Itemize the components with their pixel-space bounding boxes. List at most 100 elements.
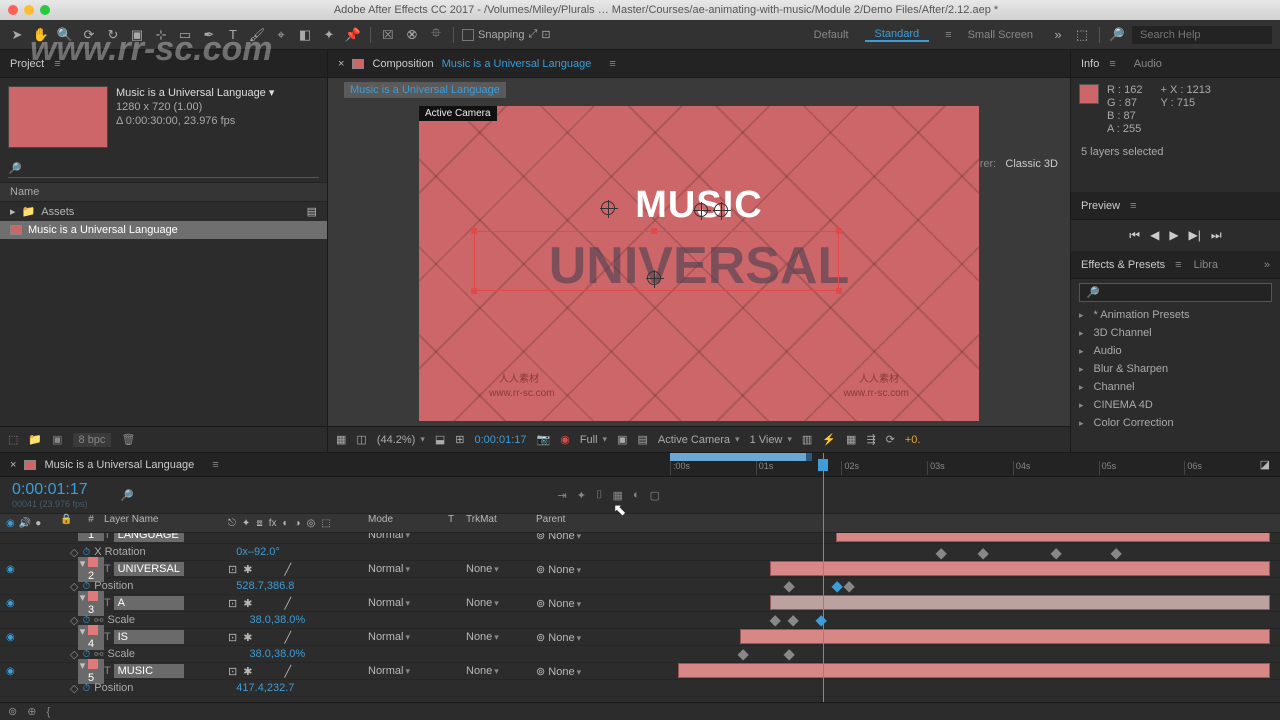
workspace-overflow-icon[interactable]: » bbox=[1049, 26, 1067, 44]
blend-mode-dropdown[interactable]: Normal bbox=[368, 563, 448, 575]
layer-name[interactable]: MUSIC bbox=[114, 664, 184, 678]
viewer-timecode[interactable]: 0:00:01:17 bbox=[475, 434, 527, 446]
trkmat-dropdown[interactable]: None bbox=[466, 597, 536, 609]
guides-icon[interactable]: ⊞ bbox=[455, 433, 464, 446]
toggle-switches-icon[interactable]: ⊚ bbox=[8, 705, 17, 718]
time-ruler[interactable]: :00s 01s 02s 03s 04s 05s 06s bbox=[670, 453, 1270, 475]
audio-column-icon[interactable]: 🔊 bbox=[19, 518, 31, 529]
comp-mini-flowchart-icon[interactable]: ⇥ bbox=[557, 489, 566, 502]
composition-name[interactable]: Music is a Universal Language bbox=[442, 58, 592, 70]
resolution-dropdown[interactable]: Full bbox=[580, 434, 607, 446]
parent-pickwhip-icon[interactable]: ⊚ bbox=[536, 632, 545, 644]
layer-row[interactable]: ◉ ▾ 3 T A ⊡✱╱ Normal None ⊚ None bbox=[0, 595, 1280, 612]
property-row[interactable]: ◇ ⏱ Position 417.4,232.7 bbox=[0, 680, 1280, 697]
layer-name[interactable]: LANGUAGE bbox=[114, 533, 184, 542]
view-layout-dropdown[interactable]: 1 View bbox=[750, 434, 792, 446]
parent-dropdown[interactable]: None bbox=[548, 666, 581, 678]
workspace-small-screen[interactable]: Small Screen bbox=[958, 29, 1043, 41]
close-window-button[interactable] bbox=[8, 5, 18, 15]
motion-blur-icon[interactable]: ◐ bbox=[633, 489, 640, 502]
property-row[interactable]: ◇ ⏱ ⚯ Scale 38.0,38.0% bbox=[0, 646, 1280, 663]
blend-mode-dropdown[interactable]: Normal bbox=[368, 631, 448, 643]
pixel-aspect-icon[interactable]: ▥ bbox=[802, 433, 812, 446]
panel-menu-icon[interactable]: ≡ bbox=[1175, 259, 1181, 271]
frame-blend-icon[interactable]: ▦ bbox=[613, 489, 623, 502]
minimize-window-button[interactable] bbox=[24, 5, 34, 15]
panel-menu-icon[interactable]: ≡ bbox=[54, 58, 60, 70]
parent-pickwhip-icon[interactable]: ⊚ bbox=[536, 564, 545, 576]
info-tab[interactable]: Info bbox=[1081, 58, 1099, 70]
flowchart-icon[interactable]: ⇶ bbox=[866, 433, 875, 446]
property-value[interactable]: 417.4,232.7 bbox=[236, 682, 294, 694]
layer-row[interactable]: ◉ ▾ 2 T UNIVERSAL ⊡✱╱ Normal None ⊚ None bbox=[0, 561, 1280, 578]
workspace-menu-icon[interactable]: ≡ bbox=[945, 29, 951, 41]
effects-category[interactable]: Color Correction bbox=[1071, 414, 1280, 432]
selection-handle[interactable] bbox=[836, 288, 842, 294]
shy-icon[interactable]: ⌷ bbox=[596, 489, 603, 502]
brush-tool[interactable]: 🖌 bbox=[248, 26, 266, 44]
play-button[interactable]: ▶ bbox=[1169, 228, 1178, 243]
anchor-point-icon[interactable] bbox=[601, 201, 615, 215]
parent-dropdown[interactable]: None bbox=[548, 564, 581, 576]
anchor-point-icon[interactable] bbox=[647, 271, 661, 285]
first-frame-button[interactable]: ⏮ bbox=[1129, 228, 1140, 243]
property-value[interactable]: 528.7,386.8 bbox=[236, 580, 294, 592]
effects-category[interactable]: CINEMA 4D bbox=[1071, 396, 1280, 414]
toggle-transparency-icon[interactable]: ◫ bbox=[356, 433, 366, 446]
3d-view-dropdown[interactable]: Active Camera bbox=[658, 434, 740, 446]
anchor-point-icon[interactable] bbox=[694, 203, 708, 217]
blend-mode-dropdown[interactable]: Normal bbox=[368, 665, 448, 677]
layer-name[interactable]: UNIVERSAL bbox=[114, 562, 184, 576]
shape-tool[interactable]: ▭ bbox=[176, 26, 194, 44]
property-value[interactable]: 0x–92.0° bbox=[236, 546, 280, 558]
parent-pickwhip-icon[interactable]: ⊚ bbox=[536, 666, 545, 678]
parent-pickwhip-icon[interactable]: ⊚ bbox=[536, 533, 545, 542]
solo-column-icon[interactable]: ● bbox=[35, 518, 41, 529]
exposure-value[interactable]: +0. bbox=[905, 434, 921, 446]
label-color[interactable] bbox=[88, 625, 98, 635]
snapshot-icon[interactable]: 📷 bbox=[537, 433, 551, 446]
property-row[interactable]: ◇ ⏱ X Rotation 0x–92.0° bbox=[0, 544, 1280, 561]
draft-3d-icon[interactable]: ✦ bbox=[577, 489, 586, 502]
orbit-tool[interactable]: ⟳ bbox=[80, 26, 98, 44]
selection-handle[interactable] bbox=[836, 228, 842, 234]
parent-dropdown[interactable]: None bbox=[548, 632, 581, 644]
trkmat-dropdown[interactable]: None bbox=[466, 563, 536, 575]
video-column-icon[interactable]: ◉ bbox=[6, 518, 15, 529]
pen-tool[interactable]: ✒ bbox=[200, 26, 218, 44]
graph-editor-icon[interactable]: ▢ bbox=[650, 489, 660, 502]
snap-extra-icon[interactable]: ⤢ bbox=[529, 28, 538, 41]
new-folder-icon[interactable]: 📁 bbox=[28, 433, 42, 446]
blend-mode-dropdown[interactable]: Normal bbox=[368, 533, 448, 541]
roto-tool[interactable]: ✦ bbox=[320, 26, 338, 44]
layer-name[interactable]: A bbox=[114, 596, 184, 610]
audio-tab[interactable]: Audio bbox=[1134, 58, 1162, 70]
panel-menu-icon[interactable]: ≡ bbox=[1130, 200, 1136, 212]
clone-tool[interactable]: ⌖ bbox=[272, 26, 290, 44]
selection-handle[interactable] bbox=[471, 288, 477, 294]
new-comp-icon[interactable]: ▣ bbox=[52, 433, 62, 446]
layer-row[interactable]: ◉ ▾ 5 T MUSIC ⊡✱╱ Normal None ⊚ None bbox=[0, 663, 1280, 680]
sync-icon[interactable]: ⬚ bbox=[1073, 26, 1091, 44]
label-color[interactable] bbox=[88, 659, 98, 669]
preview-tab[interactable]: Preview bbox=[1081, 200, 1120, 212]
property-value[interactable]: 38.0,38.0% bbox=[250, 614, 306, 626]
work-area-bar[interactable] bbox=[670, 453, 810, 461]
rotate-tool[interactable]: ↻ bbox=[104, 26, 122, 44]
zoom-tool[interactable]: 🔍 bbox=[56, 26, 74, 44]
effects-category[interactable]: 3D Channel bbox=[1071, 324, 1280, 342]
stopwatch-icon[interactable]: ⏱ bbox=[82, 683, 90, 694]
effects-category[interactable]: * Animation Presets bbox=[1071, 306, 1280, 324]
viewer-area[interactable]: Active Camera MUSIC UNIVERSAL 人人素材 www. bbox=[328, 102, 1070, 426]
hand-tool[interactable]: ✋ bbox=[32, 26, 50, 44]
label-color[interactable] bbox=[88, 557, 98, 567]
timeline-timecode[interactable]: 0:00:01:17 bbox=[12, 481, 108, 499]
fast-preview-icon[interactable]: ⚡ bbox=[822, 433, 836, 446]
composition-canvas[interactable]: Active Camera MUSIC UNIVERSAL 人人素材 www. bbox=[419, 106, 979, 421]
project-folder-item[interactable]: ▸ 📁 Assets ▤ bbox=[0, 202, 327, 221]
grid-icon[interactable]: ▦ bbox=[336, 433, 346, 446]
local-axis-icon[interactable]: ⮽ bbox=[379, 26, 397, 44]
view-axis-icon[interactable]: ⯐ bbox=[427, 26, 445, 44]
flowchart-comp-name[interactable]: Music is a Universal Language bbox=[344, 82, 506, 98]
world-axis-icon[interactable]: ⮿ bbox=[403, 26, 421, 44]
